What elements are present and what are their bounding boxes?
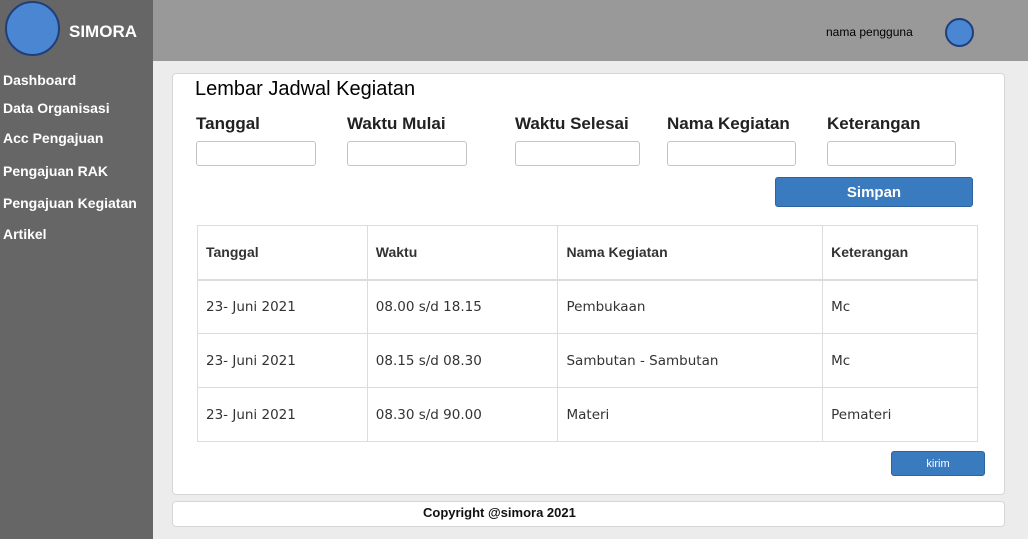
cell-waktu: 08.00 s/d 18.15	[366, 279, 559, 334]
cell-tanggal: 23- Juni 2021	[197, 279, 368, 334]
cell-waktu: 08.30 s/d 90.00	[366, 387, 559, 442]
keterangan-label: Keterangan	[827, 114, 921, 133]
column-header-keterangan: Keterangan	[822, 225, 978, 281]
keterangan-input[interactable]	[827, 141, 956, 166]
sidebar-item-acc-pengajuan[interactable]: Acc Pengajuan	[3, 130, 103, 146]
cell-keterangan: Mc	[822, 279, 978, 334]
cell-waktu: 08.15 s/d 08.30	[366, 333, 559, 388]
page-title: Lembar Jadwal Kegiatan	[195, 78, 416, 100]
sidebar-item-artikel[interactable]: Artikel	[3, 226, 47, 242]
cell-tanggal: 23- Juni 2021	[197, 333, 368, 388]
cell-keterangan: Pemateri	[822, 387, 978, 442]
schedule-card: Lembar Jadwal Kegiatan Tanggal Waktu Mul…	[172, 73, 1005, 495]
table-row: 23- Juni 2021 08.00 s/d 18.15 Pembukaan …	[197, 279, 978, 334]
cell-keterangan: Mc	[822, 333, 978, 388]
table-header-row: Tanggal Waktu Nama Kegiatan Keterangan	[197, 225, 978, 281]
cell-nama-kegiatan: Materi	[557, 387, 824, 442]
top-bar: nama pengguna	[153, 0, 1028, 61]
table-row: 23- Juni 2021 08.30 s/d 90.00 Materi Pem…	[197, 387, 978, 442]
waktu-mulai-label: Waktu Mulai	[347, 114, 446, 133]
waktu-selesai-input[interactable]	[515, 141, 640, 166]
waktu-selesai-label: Waktu Selesai	[515, 114, 629, 133]
save-button[interactable]: Simpan	[775, 177, 973, 207]
waktu-mulai-input[interactable]	[347, 141, 467, 166]
sidebar: SIMORA Dashboard Data Organisasi Acc Pen…	[0, 0, 153, 539]
sidebar-item-dashboard[interactable]: Dashboard	[3, 72, 76, 88]
cell-nama-kegiatan: Pembukaan	[557, 279, 824, 334]
send-button[interactable]: kirim	[891, 451, 985, 476]
sidebar-item-pengajuan-kegiatan[interactable]: Pengajuan Kegiatan	[3, 195, 137, 211]
column-header-tanggal: Tanggal	[197, 225, 368, 281]
copyright-text: Copyright @simora 2021	[423, 505, 576, 520]
column-header-nama-kegiatan: Nama Kegiatan	[557, 225, 824, 281]
nama-kegiatan-input[interactable]	[667, 141, 796, 166]
nama-kegiatan-label: Nama Kegiatan	[667, 114, 790, 133]
tanggal-input[interactable]	[196, 141, 316, 166]
avatar[interactable]	[945, 18, 974, 47]
cell-nama-kegiatan: Sambutan - Sambutan	[557, 333, 824, 388]
username-label[interactable]: nama pengguna	[826, 25, 913, 39]
footer: Copyright @simora 2021	[172, 501, 1005, 527]
cell-tanggal: 23- Juni 2021	[197, 387, 368, 442]
sidebar-item-data-organisasi[interactable]: Data Organisasi	[3, 100, 110, 116]
brand-name: SIMORA	[69, 22, 137, 41]
column-header-waktu: Waktu	[366, 225, 559, 281]
logo-circle	[5, 1, 60, 56]
sidebar-item-pengajuan-rak[interactable]: Pengajuan RAK	[3, 163, 108, 179]
table-row: 23- Juni 2021 08.15 s/d 08.30 Sambutan -…	[197, 333, 978, 388]
schedule-table: Tanggal Waktu Nama Kegiatan Keterangan 2…	[197, 225, 978, 442]
tanggal-label: Tanggal	[196, 114, 260, 133]
